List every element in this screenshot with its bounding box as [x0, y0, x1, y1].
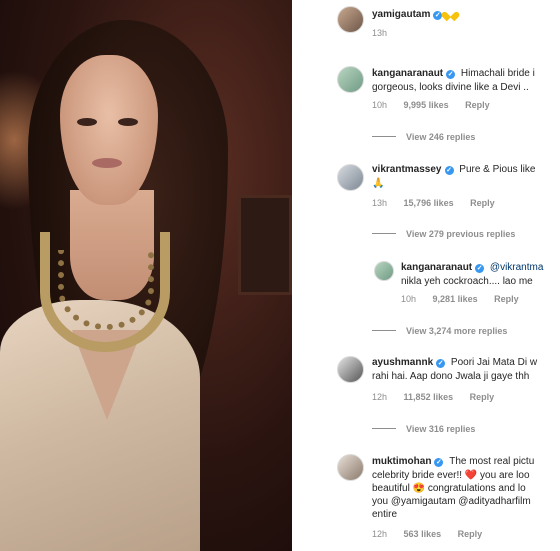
eye-left — [77, 118, 97, 126]
comment-time: 12h — [372, 529, 388, 539]
dash — [372, 428, 396, 429]
reply-button[interactable]: Reply — [470, 198, 495, 208]
comment-time: 13h — [372, 198, 388, 208]
comment-likes[interactable]: 15,796 likes — [404, 198, 454, 208]
view-more-replies-link[interactable]: View 3,274 more replies — [372, 326, 507, 336]
comment-meta: 10h 9,995 likes Reply — [372, 100, 490, 110]
comment-text: The most real pictu — [449, 456, 535, 467]
comment-time: 10h — [372, 100, 388, 110]
comment-time: 13h — [372, 28, 388, 38]
comment-time: 10h — [401, 294, 417, 304]
post-photo[interactable] — [0, 0, 292, 551]
comment-likes[interactable]: 11,852 likes — [404, 392, 454, 402]
comment-meta: 12h 563 likes Reply — [372, 529, 482, 539]
verified-icon: ✓ — [434, 458, 444, 467]
face — [60, 55, 158, 205]
comment-username[interactable]: kanganaranaut ✓ @vikrantma — [401, 262, 543, 273]
comment-text: gorgeous, looks divine like a Devi .. — [372, 82, 529, 93]
comment-likes[interactable]: 563 likes — [404, 529, 442, 539]
reply-button[interactable]: Reply — [470, 392, 495, 402]
comment-text: beautiful 😍 congratulations and lo — [372, 483, 526, 494]
eye-right — [118, 118, 138, 126]
comment-text: you @yamigautam @adityadharfilm — [372, 495, 531, 509]
comment-text: entire — [372, 509, 398, 520]
reply-button[interactable]: Reply — [465, 100, 490, 110]
verified-icon: ✓ — [444, 166, 454, 175]
avatar[interactable] — [337, 454, 364, 481]
comment-text: Poori Jai Mata Di w — [450, 357, 538, 368]
comment-username[interactable]: kanganaranaut ✓ Himachali bride i — [372, 68, 535, 79]
verified-icon: ✓ — [475, 264, 485, 273]
comment-text: rahi hai. Aap dono Jwala ji gaye thh — [372, 371, 530, 382]
comment-text: 🙏 — [372, 178, 385, 189]
comment-time: 12h — [372, 392, 388, 402]
comment-mentions[interactable]: you @yamigautam @adityadharfilm — [372, 496, 531, 507]
necklace-inner — [58, 250, 154, 330]
avatar[interactable] — [337, 66, 364, 93]
lips — [92, 158, 122, 168]
avatar[interactable] — [337, 164, 364, 191]
comment-likes[interactable]: 9,281 likes — [433, 294, 478, 304]
verified-icon: ✓ — [446, 70, 456, 79]
avatar[interactable] — [337, 356, 364, 383]
comment-username[interactable]: muktimohan ✓ The most real pictu — [372, 456, 534, 467]
comment-meta: 12h 11,852 likes Reply — [372, 392, 494, 402]
dash — [372, 330, 396, 331]
verified-icon: ✓ — [436, 359, 446, 368]
dash — [372, 136, 396, 137]
comment-text: Pure & Pious like — [459, 164, 536, 175]
yellow-heart-icon — [445, 8, 456, 18]
comment-meta: 10h 9,281 likes Reply — [401, 294, 519, 304]
comment-mention[interactable]: @vikrantma — [490, 262, 544, 273]
view-replies-link[interactable]: View 316 replies — [372, 424, 475, 434]
comment-text: celebrity bride ever!! ❤️ you are loo — [372, 470, 530, 481]
avatar[interactable] — [374, 261, 394, 281]
comment-meta: 13h 15,796 likes Reply — [372, 198, 495, 208]
reply-button[interactable]: Reply — [494, 294, 519, 304]
comment-username[interactable]: vikrantmassey ✓ Pure & Pious like — [372, 164, 535, 175]
comment-text: nikla yeh cockroach.... lao me — [401, 276, 533, 287]
view-replies-link[interactable]: View 246 replies — [372, 132, 475, 142]
comment-username[interactable]: ayushmannk ✓ Poori Jai Mata Di w — [372, 357, 537, 368]
view-previous-replies-link[interactable]: View 279 previous replies — [372, 229, 515, 239]
avatar[interactable] — [337, 6, 364, 33]
reply-button[interactable]: Reply — [458, 529, 483, 539]
comment-likes[interactable]: 9,995 likes — [404, 100, 449, 110]
comment-text: Himachali bride i — [460, 68, 535, 79]
comments-panel: yamigautam ✓ 13h kanganaranaut ✓ Himachali… — [292, 0, 560, 551]
dash — [372, 233, 396, 234]
comment-username[interactable]: yamigautam ✓ — [372, 8, 456, 20]
background-frame — [238, 195, 292, 295]
